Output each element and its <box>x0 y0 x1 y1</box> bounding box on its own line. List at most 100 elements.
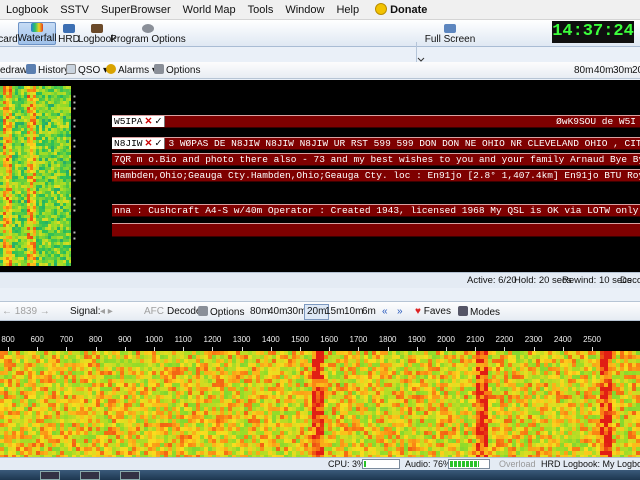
card-label: card <box>0 34 18 45</box>
faves-label: Faves <box>423 306 451 317</box>
frequency-tick-label: 800 <box>1 335 15 344</box>
scroll-right-icon[interactable]: » <box>397 306 403 318</box>
menu-world-map[interactable]: World Map <box>177 0 242 20</box>
audio-label: Audio: 76% <box>405 459 452 469</box>
callsign-box[interactable]: N8JIW ✕ ✓ <box>112 138 166 149</box>
options-button[interactable]: Options <box>154 64 200 77</box>
frequency-tick-label: 1300 <box>232 335 251 344</box>
alarms-button[interactable]: Alarms ▾ <box>106 64 157 77</box>
band-20m-button[interactable]: 20m <box>632 64 640 77</box>
taskbar-app-button[interactable] <box>120 471 140 480</box>
taskbar-app-button[interactable] <box>40 471 60 480</box>
band-40m-button[interactable]: 40m <box>594 64 613 77</box>
check-icon[interactable]: ✓ <box>154 116 162 127</box>
afc-button[interactable]: AFC <box>144 306 164 318</box>
logbook-button[interactable]: Logbook <box>78 22 116 45</box>
frequency-tick-label: 1800 <box>378 335 397 344</box>
frequency-display: ← 1839 → <box>2 306 50 317</box>
message-text: nna : Cushcraft A4-S w/40m Operator : Cr… <box>114 205 640 216</box>
faves-button[interactable]: ♥ Faves <box>415 306 451 318</box>
wf-options-button[interactable]: Options <box>198 306 244 319</box>
menu-window[interactable]: Window <box>279 0 330 20</box>
frequency-tick-label: 1700 <box>349 335 368 344</box>
menu-tools[interactable]: Tools <box>242 0 280 20</box>
mini-waterfall <box>0 86 71 266</box>
menu-help[interactable]: Help <box>330 0 365 20</box>
menu-superbrowser[interactable]: SuperBrowser <box>95 0 177 20</box>
program-options-button[interactable]: Program Options <box>110 22 186 45</box>
frequency-tick-label: 2300 <box>524 335 543 344</box>
frequency-scale: 800 600 700 800 900 1000 1100 1200 1300 1400 1500 1… <box>0 321 640 351</box>
qso-label: QSO <box>78 65 101 76</box>
history-button[interactable]: History <box>26 64 69 77</box>
modes-icon <box>458 306 468 316</box>
main-waterfall[interactable] <box>0 351 640 457</box>
modes-button[interactable]: Modes <box>458 306 500 319</box>
close-icon[interactable]: ✕ <box>145 116 153 127</box>
wf-band-15m[interactable]: 15m <box>325 306 344 318</box>
frequency-tick-label: 1200 <box>203 335 222 344</box>
frequency-tick-label: 2100 <box>466 335 485 344</box>
message-text: Hambden,Ohio;Geauga Cty.Hambden,Ohio;Gea… <box>114 170 640 181</box>
row-marker: ▪ ▪ <box>73 116 76 131</box>
wf-band-40m[interactable]: 40m <box>268 306 287 318</box>
frequency-tick-label: 1500 <box>291 335 309 344</box>
frequency-tick-label: 1100 <box>174 335 192 344</box>
donate-label: Donate <box>390 3 428 16</box>
signal-arrows[interactable]: ◂ ▸ <box>100 306 113 318</box>
donate-button[interactable]: Donate <box>365 0 433 20</box>
waterfall-icon <box>31 23 43 32</box>
band-30m-button[interactable]: 30m <box>613 64 632 77</box>
decoder-status-bar: Active: 6/20 Hold: 20 secs Rewind: 10 se… <box>0 272 640 288</box>
waterfall-button[interactable]: Waterfall <box>17 22 57 45</box>
gear-icon <box>142 24 154 33</box>
wf-band-10m[interactable]: 10m <box>344 306 363 318</box>
cpu-meter <box>362 459 400 469</box>
scroll-left-icon[interactable]: « <box>382 306 388 318</box>
message-row[interactable]: 7QR m o.Bio and photo there also - 73 an… <box>112 153 640 166</box>
app-status-bar: CPU: 3% Audio: 76% Overload HRD Logbook:… <box>0 457 640 470</box>
message-text: 7QR m o.Bio and photo there also - 73 an… <box>114 154 640 165</box>
band-80m-button[interactable]: 80m <box>574 64 593 77</box>
wf-band-80m[interactable]: 80m <box>250 306 269 318</box>
taskbar-app-button[interactable] <box>80 471 100 480</box>
modes-label: Modes <box>470 307 501 318</box>
message-row[interactable]: W5IPA ✕ ✓ ØwK9SOU de W5I <box>112 115 640 128</box>
message-row[interactable]: nna : Cushcraft A4-S w/40m Operator : Cr… <box>112 204 640 217</box>
frequency-tick-label: 2000 <box>437 335 455 344</box>
utc-clock: 14:37:24 <box>552 21 634 43</box>
row-marker: ▪ ▪ <box>73 228 76 243</box>
card-button[interactable]: card <box>0 22 18 45</box>
ribbon-scroll-arrow[interactable] <box>416 42 425 64</box>
check-icon[interactable]: ✓ <box>154 138 162 149</box>
message-row[interactable]: Hambden,Ohio;Geauga Cty.Hambden,Ohio;Gea… <box>112 169 640 182</box>
message-row[interactable]: N8JIW ✕ ✓ 3 WØPAS DE N8JIW N8JIW N8JIW UR R… <box>112 137 640 150</box>
callsign: W5IPA <box>114 116 143 127</box>
alarms-label: Alarms <box>118 65 150 76</box>
full-screen-label: Full Screen <box>424 34 476 45</box>
full-screen-icon <box>444 24 456 33</box>
qso-button[interactable]: QSO ▾ <box>66 64 108 77</box>
menu-logbook[interactable]: Logbook <box>0 0 54 20</box>
callsign-box[interactable]: W5IPA ✕ ✓ <box>112 116 166 127</box>
overload-label: Overload <box>499 459 536 469</box>
decode-label: Decod <box>620 275 640 286</box>
os-taskbar <box>0 470 640 480</box>
program-options-label: Program Options <box>110 34 186 45</box>
hrd-icon <box>63 24 75 33</box>
frequency-tick-label: 800 <box>88 335 103 344</box>
hrd-button[interactable]: HRD <box>58 22 80 45</box>
menu-sstv[interactable]: SSTV <box>54 0 95 20</box>
full-screen-button[interactable]: Full Screen <box>425 22 475 45</box>
message-row[interactable] <box>112 223 640 237</box>
row-marker: ▪ ▪ <box>73 136 76 151</box>
frequency-tick-label: 1600 <box>320 335 339 344</box>
frequency-tick-label: 1900 <box>407 335 426 344</box>
history-label: History <box>38 65 70 76</box>
wf-band-6m[interactable]: 6m <box>362 306 376 318</box>
decode-button[interactable]: Decode <box>167 306 201 318</box>
close-icon[interactable]: ✕ <box>145 138 153 149</box>
row-marker: ▪ ▪ ▪ ▪ <box>73 158 76 185</box>
frequency-tick-label: 600 <box>30 335 44 344</box>
redraw-button[interactable]: edraw <box>0 64 27 77</box>
